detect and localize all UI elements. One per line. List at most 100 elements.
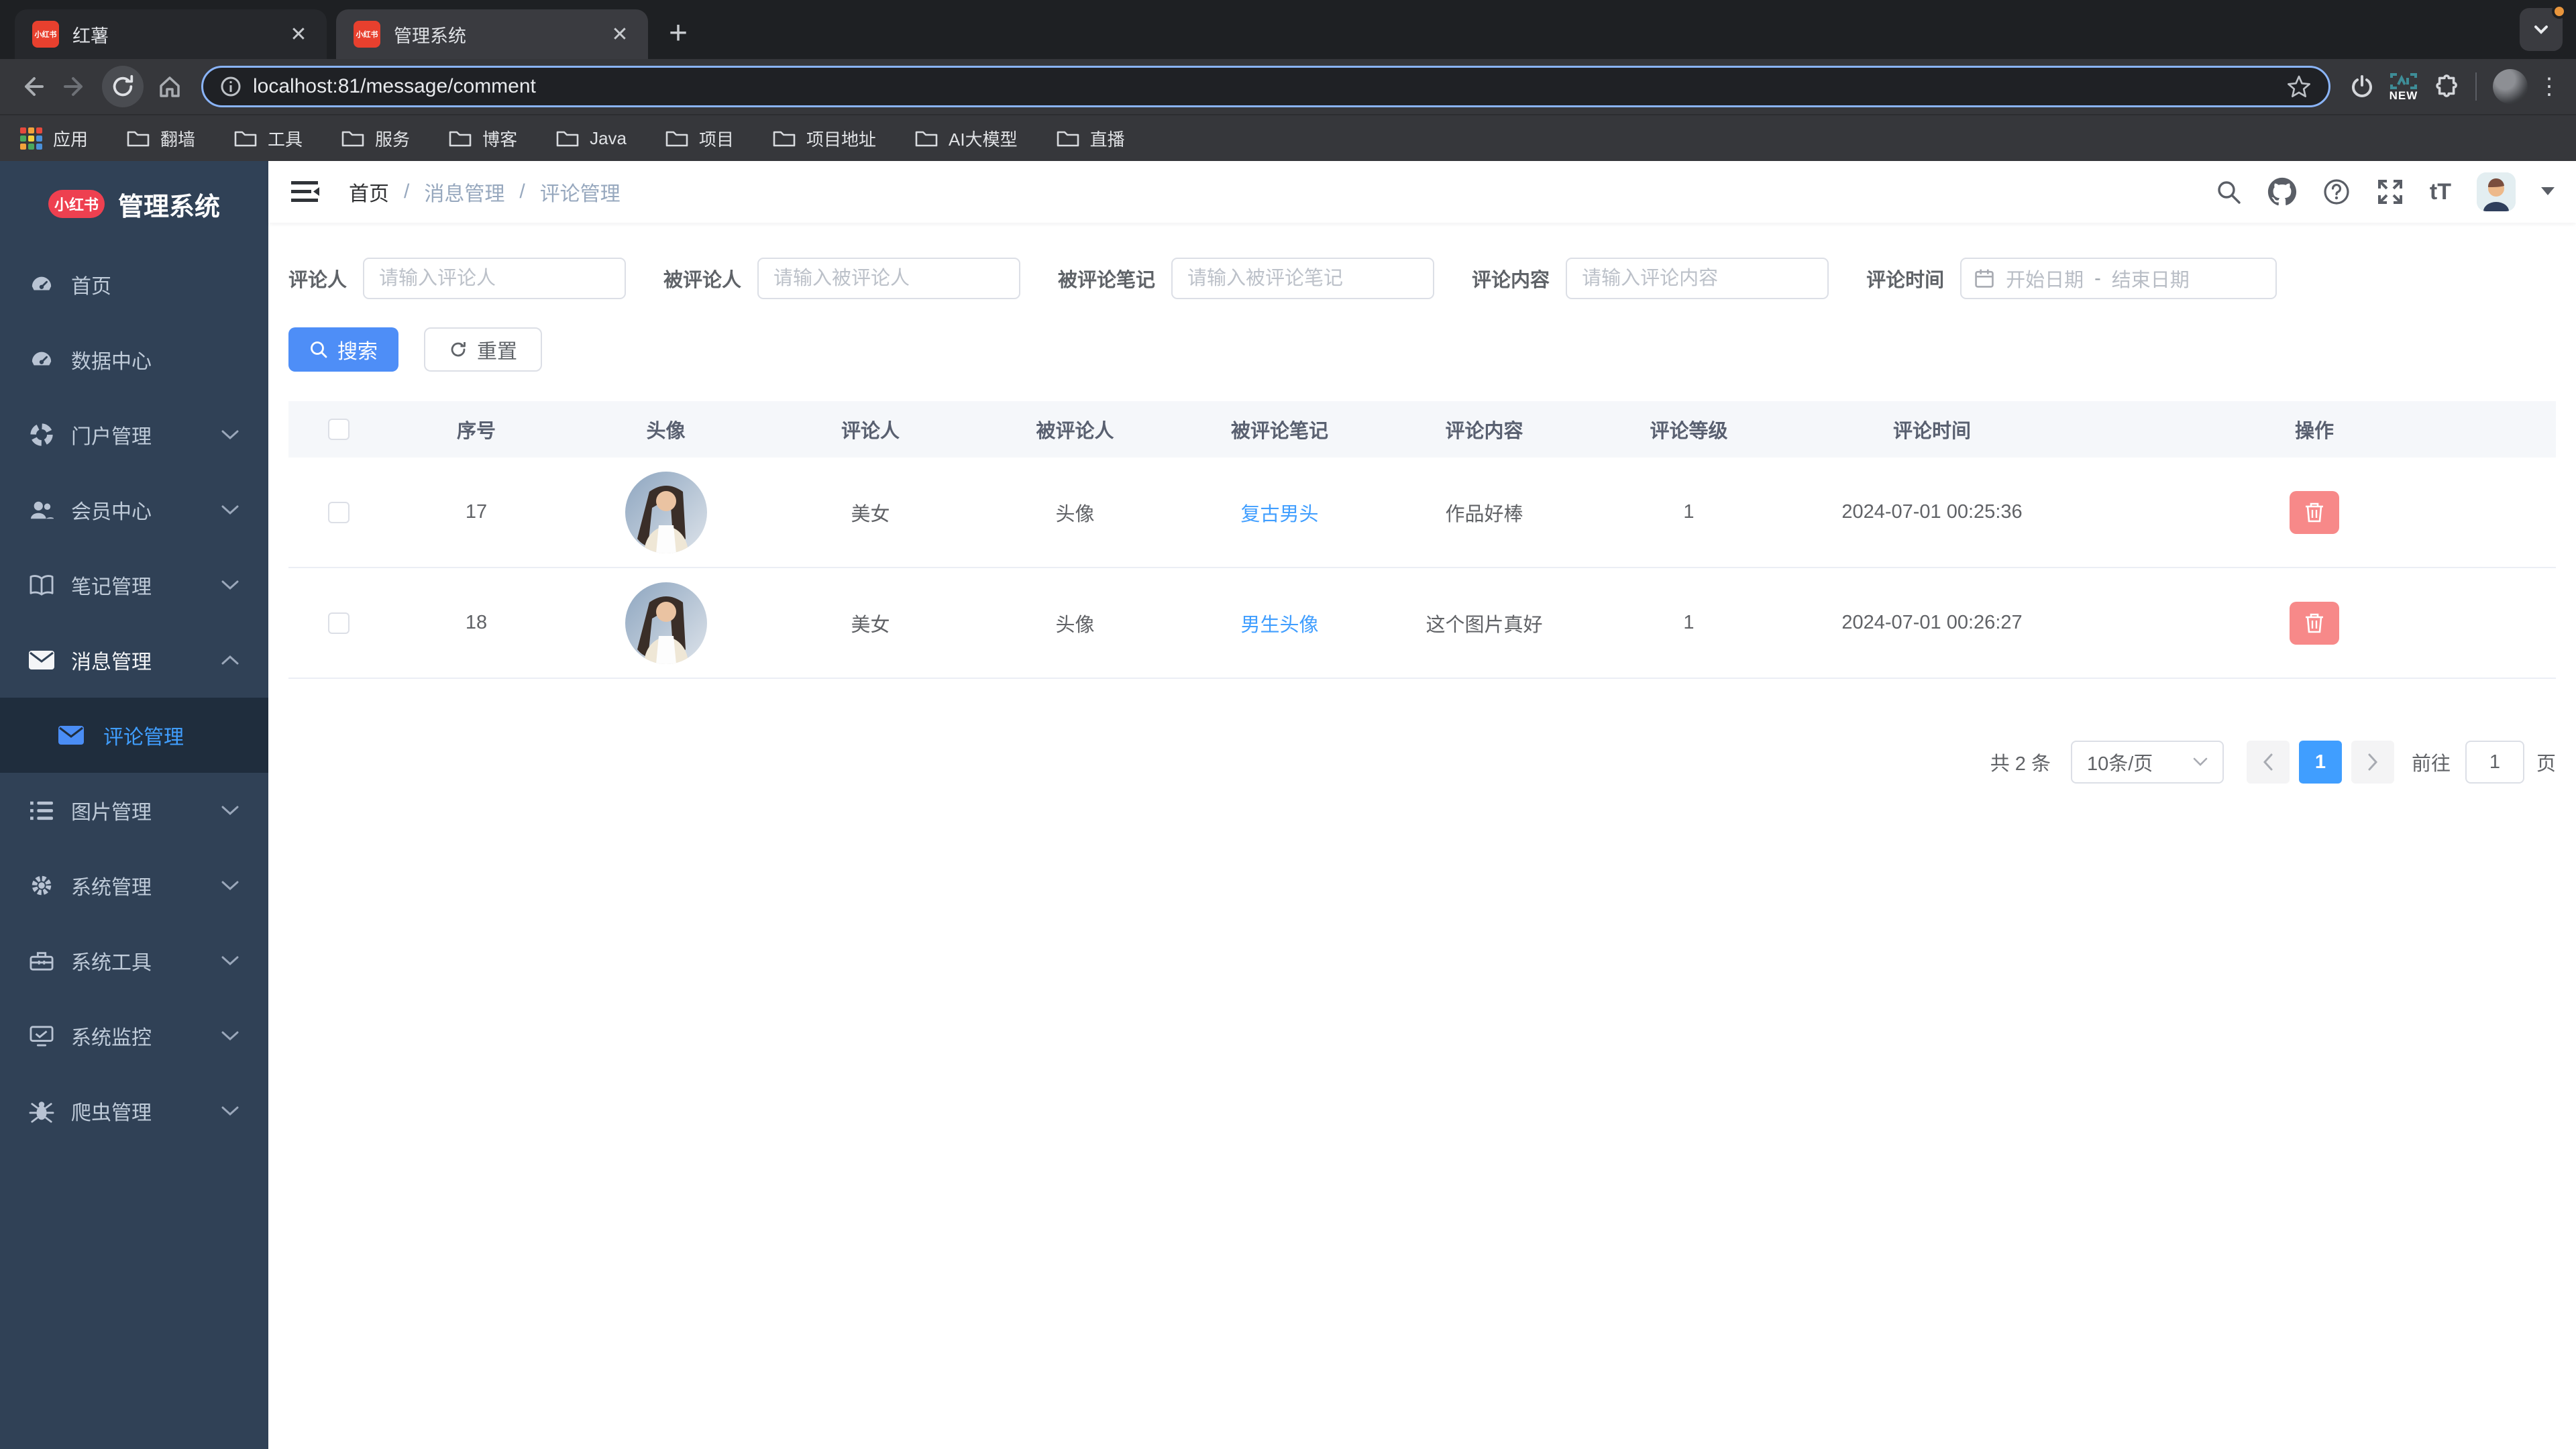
commenter-input[interactable] [363, 258, 627, 299]
note-input[interactable] [1171, 258, 1435, 299]
page-number-active[interactable]: 1 [2298, 741, 2342, 784]
tab-close-icon[interactable]: ✕ [284, 19, 313, 49]
bookmark-label: 直播 [1089, 129, 1125, 150]
prev-page-button[interactable] [2246, 741, 2290, 784]
folder-icon [341, 131, 364, 147]
sidebar-item-members[interactable]: 会员中心 [0, 472, 268, 547]
reload-button[interactable] [102, 66, 144, 107]
delete-button[interactable] [2290, 601, 2339, 645]
sidebar-item-system-management[interactable]: 系统管理 [0, 848, 268, 923]
breadcrumb-messages[interactable]: 消息管理 [424, 177, 504, 207]
home-icon [160, 76, 180, 97]
new-badge-label: NEW [2389, 89, 2418, 102]
table-header-row: 序号 头像 评论人 被评论人 被评论笔记 评论内容 评论等级 评论时间 操作 [288, 401, 2556, 458]
spider-bug-icon [28, 1099, 55, 1123]
row-checkbox[interactable] [328, 501, 350, 523]
bookmark-folder[interactable]: 服务 [341, 126, 410, 151]
caret-down-icon[interactable] [2541, 187, 2555, 197]
address-bar[interactable]: localhost:81/message/comment [201, 66, 2330, 107]
page-size-value: 10条/页 [2086, 753, 2153, 775]
toolbar-separator [2475, 72, 2477, 101]
browser-tab-2-active[interactable]: 小红书 管理系统 ✕ [336, 9, 648, 59]
note-link[interactable]: 复古男头 [1240, 498, 1318, 527]
bookmark-label: 翻墙 [160, 129, 196, 150]
reset-button[interactable]: 重置 [424, 327, 542, 372]
font-size-icon[interactable]: tT [2430, 179, 2451, 205]
pagination: 共 2 条 10条/页 1 前往 页 [288, 741, 2556, 784]
bookmark-folder[interactable]: 工具 [234, 126, 303, 151]
next-page-button[interactable] [2351, 741, 2394, 784]
browser-tab-1[interactable]: 小红书 红薯 ✕ [15, 9, 327, 59]
home-button[interactable] [149, 66, 191, 107]
sidebar: 小红书 管理系统 首页 数据中心 门户管理 会员中心 笔记管理 消息管理 评论管… [0, 161, 268, 1449]
tab-close-icon[interactable]: ✕ [605, 19, 635, 49]
user-avatar[interactable] [2477, 172, 2516, 211]
filter-bar: 评论人 被评论人 被评论笔记 评论内容 评论时间 [288, 258, 2556, 299]
sidebar-item-images[interactable]: 图片管理 [0, 773, 268, 848]
help-icon[interactable] [2322, 178, 2351, 206]
folder-icon [556, 131, 579, 147]
sidebar-item-home[interactable]: 首页 [0, 247, 268, 322]
browser-menu-chevron-button[interactable] [2520, 4, 2567, 51]
chevron-down-icon [2193, 757, 2208, 767]
github-icon[interactable] [2267, 177, 2297, 207]
filter-content: 评论内容 [1472, 258, 1829, 299]
row-checkbox[interactable] [328, 612, 350, 634]
fullscreen-icon[interactable] [2376, 178, 2404, 206]
breadcrumb-separator: / [404, 180, 410, 203]
filter-label: 评论时间 [1866, 270, 1945, 291]
breadcrumb-home[interactable]: 首页 [349, 177, 389, 207]
bookmark-folder[interactable]: 翻墙 [127, 126, 195, 151]
filter-commenter: 评论人 [288, 258, 627, 299]
new-tab-button[interactable]: + [659, 13, 698, 52]
sidebar-item-notes[interactable]: 笔记管理 [0, 547, 268, 623]
sidebar-item-portal[interactable]: 门户管理 [0, 397, 268, 472]
search-icon [311, 341, 327, 358]
sidebar-menu: 首页 数据中心 门户管理 会员中心 笔记管理 消息管理 评论管理 图片管理 系统… [0, 247, 268, 1449]
notes-icon [28, 574, 55, 596]
goto-page-input[interactable] [2465, 741, 2524, 784]
sidebar-item-data-center[interactable]: 数据中心 [0, 322, 268, 397]
cell-content: 这个图片真好 [1426, 614, 1543, 636]
bookmark-star-icon[interactable] [2286, 73, 2312, 100]
sidebar-item-messages[interactable]: 消息管理 [0, 623, 268, 698]
comments-table: 序号 头像 评论人 被评论人 被评论笔记 评论内容 评论等级 评论时间 操作 1… [288, 401, 2556, 679]
sidebar-item-system-monitor[interactable]: 系统监控 [0, 998, 268, 1073]
content-input[interactable] [1566, 258, 1829, 299]
extensions-puzzle-icon[interactable] [2424, 66, 2466, 107]
calendar-icon [1975, 269, 1994, 288]
sidebar-item-label: 系统监控 [71, 1027, 152, 1049]
forward-button[interactable] [54, 66, 95, 107]
search-button[interactable]: 搜索 [288, 327, 398, 372]
sidebar-item-spider[interactable]: 爬虫管理 [0, 1073, 268, 1148]
bookmark-apps[interactable]: 应用 [20, 126, 88, 151]
select-all-checkbox[interactable] [328, 419, 350, 440]
bookmark-folder[interactable]: 项目 [665, 126, 734, 151]
browser-profile-avatar[interactable] [2493, 69, 2528, 104]
note-link[interactable]: 男生头像 [1240, 609, 1318, 637]
folder-icon [665, 131, 688, 147]
power-extension-icon[interactable] [2341, 66, 2383, 107]
forward-icon [64, 77, 83, 96]
sidebar-item-comment-management-active[interactable]: 评论管理 [0, 698, 268, 773]
column-header-level: 评论等级 [1650, 421, 1728, 442]
new-extension-icon[interactable]: NEW [2383, 66, 2424, 107]
browser-menu-kebab-icon[interactable]: ⋮ [2534, 73, 2564, 100]
bookmark-folder[interactable]: 项目地址 [773, 126, 876, 151]
page-size-select[interactable]: 10条/页 [2070, 741, 2224, 784]
date-range-picker[interactable]: 开始日期 - 结束日期 [1960, 258, 2277, 299]
search-icon[interactable] [2215, 178, 2242, 205]
bookmark-folder[interactable]: Java [556, 128, 627, 149]
bookmark-folder[interactable]: AI大模型 [915, 126, 1018, 151]
sidebar-fold-icon[interactable] [290, 180, 319, 204]
bookmark-folder[interactable]: 直播 [1057, 126, 1125, 151]
sidebar-item-system-tools[interactable]: 系统工具 [0, 923, 268, 998]
folder-icon [915, 131, 938, 147]
chevron-down-icon [221, 429, 239, 440]
commentee-input[interactable] [757, 258, 1021, 299]
tab-title: 管理系统 [394, 25, 466, 46]
bookmark-folder[interactable]: 博客 [449, 126, 517, 151]
site-info-icon[interactable] [219, 75, 242, 98]
back-button[interactable] [12, 66, 54, 107]
delete-button[interactable] [2290, 490, 2339, 534]
